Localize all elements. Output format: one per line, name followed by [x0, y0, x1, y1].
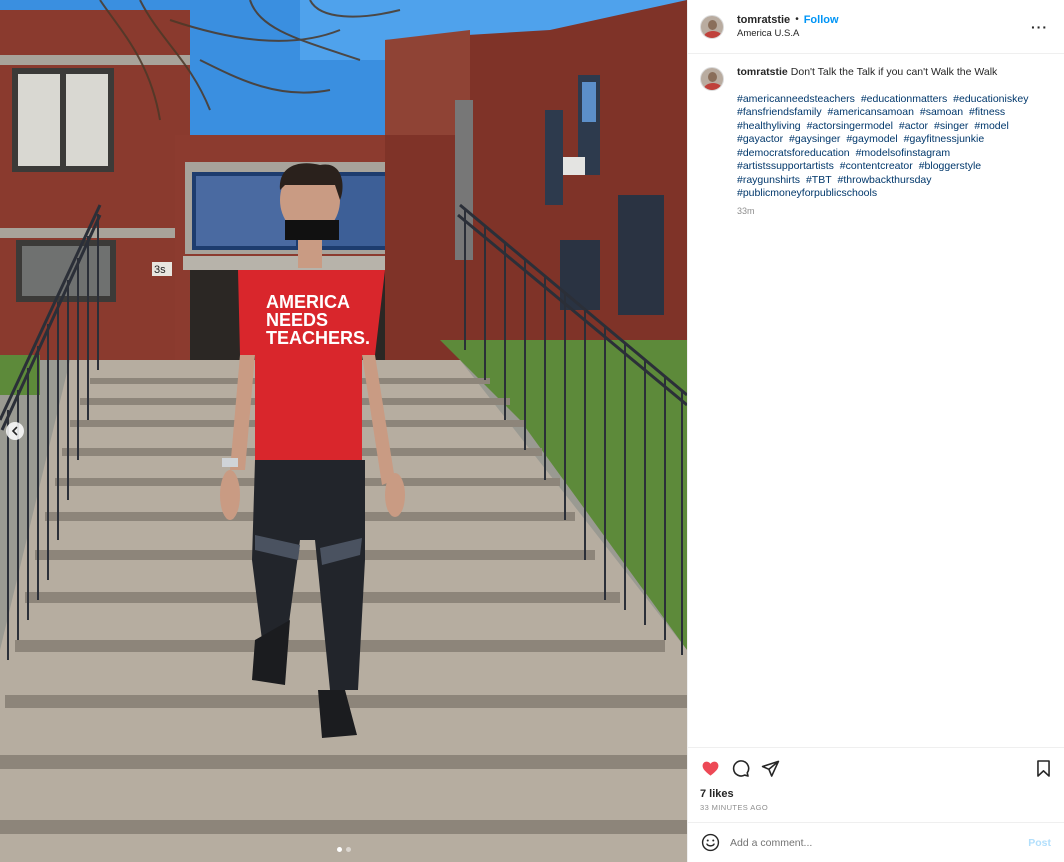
hashtag-link[interactable]: #fansfriendsfamily: [737, 106, 822, 118]
caption-timestamp: 33m: [737, 205, 755, 216]
hashtag-link[interactable]: #gayactor: [737, 133, 783, 145]
share-button[interactable]: [760, 758, 780, 778]
username-link[interactable]: tomratstie: [737, 13, 790, 27]
carousel-dot: [336, 847, 342, 852]
header-row: tomratstie • Follow: [737, 13, 839, 27]
hashtag-link[interactable]: #americansamoan: [828, 106, 914, 118]
emoji-button[interactable]: [700, 833, 720, 853]
hashtag-link[interactable]: #contentcreator: [840, 160, 913, 172]
hashtag-link[interactable]: #educationmatters: [861, 93, 947, 105]
heart-icon: [702, 761, 718, 776]
hashtag-link[interactable]: #TBT: [806, 174, 832, 186]
like-button[interactable]: [700, 758, 720, 778]
post-header: tomratstie • Follow America U.S.A ···: [688, 0, 1064, 54]
shirt-text-line3: TEACHERS.: [266, 328, 370, 348]
carousel-dots: [0, 847, 687, 852]
caption: tomratstie Don't Talk the Talk if you can…: [688, 54, 1064, 218]
caption-body: tomratstie Don't Talk the Talk if you can…: [737, 66, 1047, 218]
likes-count[interactable]: 7 likes: [700, 788, 1053, 800]
hashtag-link[interactable]: #actor: [899, 120, 928, 132]
hashtag-link[interactable]: #model: [974, 120, 1008, 132]
shirt-text-line2: NEEDS: [266, 310, 328, 330]
hashtag-link[interactable]: #democratsforeducation: [737, 147, 850, 159]
hashtag-link[interactable]: #americanneedsteachers: [737, 93, 855, 105]
caption-text: Don't Talk the Talk if you can't Walk th…: [790, 66, 998, 78]
comment-input[interactable]: [730, 836, 1029, 849]
hashtag-link[interactable]: #gaymodel: [846, 133, 897, 145]
hashtag-link[interactable]: #bloggerstyle: [919, 160, 981, 172]
hashtag-link[interactable]: #educationiskey: [953, 93, 1028, 105]
comment-button[interactable]: [730, 758, 750, 778]
hashtag-link[interactable]: #actorsingermodel: [807, 120, 893, 132]
post-comment-button[interactable]: Post: [1028, 837, 1051, 849]
hashtag-link[interactable]: #healthyliving: [737, 120, 801, 132]
follow-button[interactable]: Follow: [804, 13, 839, 27]
hashtag-link[interactable]: #publicmoneyforpublicschools: [737, 187, 877, 199]
shirt-text-line1: AMERICA: [266, 292, 350, 312]
more-options-button[interactable]: ···: [1031, 19, 1048, 35]
bookmark-icon: [1036, 759, 1050, 777]
chevron-left-icon: [11, 426, 18, 436]
header-text: tomratstie • Follow America U.S.A: [737, 13, 839, 41]
hashtag-link[interactable]: #modelsofinstagram: [856, 147, 951, 159]
hashtag-list: #americanneedsteachers #educationmatters…: [737, 93, 1047, 201]
hashtag-link[interactable]: #gayfitnessjunkie: [904, 133, 985, 145]
post-photo[interactable]: 3s AMERICA NEEDS TEACHERS.: [0, 0, 687, 862]
avatar[interactable]: [700, 67, 724, 91]
caption-username[interactable]: tomratstie: [737, 66, 788, 78]
caption-line: tomratstie Don't Talk the Talk if you can…: [737, 66, 1047, 80]
action-icons: [700, 758, 1053, 778]
hashtag-link[interactable]: #singer: [934, 120, 968, 132]
hashtag-link[interactable]: #fitness: [969, 106, 1005, 118]
hashtag-link[interactable]: #samoan: [920, 106, 963, 118]
emoji-icon: [701, 833, 719, 852]
post-side-panel: tomratstie • Follow America U.S.A ··· to…: [687, 0, 1064, 862]
hashtag-link[interactable]: #raygunshirts: [737, 174, 800, 186]
hashtag-link[interactable]: #artistssupportartists: [737, 160, 834, 172]
save-button[interactable]: [1033, 758, 1053, 778]
hashtag-link[interactable]: #throwbackthursday: [838, 174, 932, 186]
hashtag-link[interactable]: #gaysinger: [789, 133, 840, 145]
post-time-ago: 33 MINUTES AGO: [700, 803, 769, 812]
location-link[interactable]: America U.S.A: [737, 27, 839, 41]
carousel-dot: [345, 847, 351, 852]
separator: •: [795, 13, 799, 25]
share-icon: [761, 760, 779, 777]
comment-form: Post: [688, 822, 1064, 862]
action-bar: 7 likes 33 MINUTES AGO: [688, 747, 1064, 812]
building-number: 3s: [154, 264, 166, 276]
avatar[interactable]: [700, 14, 724, 39]
carousel-prev-button[interactable]: [6, 422, 24, 440]
post-image: 3s AMERICA NEEDS TEACHERS.: [0, 0, 687, 862]
comment-icon: [732, 759, 749, 777]
